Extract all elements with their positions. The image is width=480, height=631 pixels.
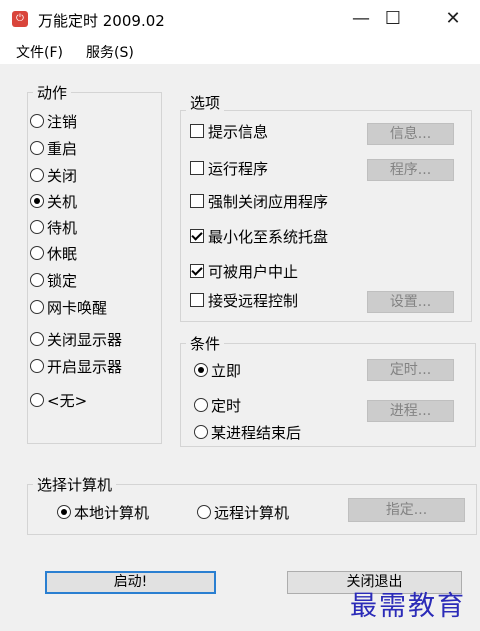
specify-computer-button[interactable]: 指定... — [348, 498, 465, 522]
radio-circle-icon — [194, 425, 208, 439]
checkbox-icon — [190, 124, 204, 138]
action-label: 关闭显示器 — [47, 330, 123, 349]
action-label: 待机 — [47, 218, 78, 237]
computer-radio-remote[interactable]: 远程计算机 — [197, 501, 289, 523]
action-label: 关闭 — [47, 166, 78, 185]
action-radio-monitor-off[interactable]: 关闭显示器 — [30, 328, 122, 350]
radio-circle-icon — [30, 168, 44, 182]
action-label: <无> — [47, 391, 88, 410]
action-label: 重启 — [47, 139, 78, 158]
checkbox-icon — [190, 194, 204, 208]
option-check-show-message[interactable]: 提示信息 — [190, 120, 268, 142]
action-radio-lock[interactable]: 锁定 — [30, 269, 77, 291]
action-label: 锁定 — [47, 271, 78, 290]
close-icon[interactable]: ✕ — [430, 0, 476, 38]
action-radio-standby[interactable]: 待机 — [30, 216, 77, 238]
radio-circle-icon — [30, 273, 44, 287]
menu-service[interactable]: 服务(S) — [86, 42, 134, 62]
action-group-legend: 动作 — [33, 82, 72, 103]
option-check-user-abort[interactable]: 可被用户中止 — [190, 260, 298, 282]
radio-circle-icon — [197, 505, 211, 519]
maximize-icon[interactable]: ☐ — [370, 0, 416, 38]
action-label: 注销 — [47, 112, 78, 131]
timer-app-icon: ⏻ — [12, 11, 28, 27]
watermark-logo: 最需教育 — [350, 591, 466, 622]
checkbox-icon — [190, 293, 204, 307]
radio-circle-icon — [30, 141, 44, 155]
radio-circle-icon — [30, 393, 44, 407]
radio-selected-icon — [194, 363, 208, 377]
radio-circle-icon — [30, 246, 44, 260]
radio-circle-icon — [30, 114, 44, 128]
action-radio-none[interactable]: <无> — [30, 389, 87, 411]
checkbox-checked-icon — [190, 229, 204, 243]
options-group-legend: 选项 — [186, 92, 225, 113]
start-button[interactable]: 启动! — [45, 571, 216, 594]
option-check-minimize-tray[interactable]: 最小化至系统托盘 — [190, 225, 328, 247]
radio-circle-icon — [30, 332, 44, 346]
action-label: 开启显示器 — [47, 357, 123, 376]
option-label: 最小化至系统托盘 — [208, 227, 329, 246]
computer-local-label: 本地计算机 — [74, 503, 150, 522]
radio-selected-icon — [57, 505, 71, 519]
condition-radio-process-end[interactable]: 某进程结束后 — [194, 421, 301, 443]
action-radio-hibernate[interactable]: 休眠 — [30, 242, 77, 264]
condition-label: 某进程结束后 — [211, 423, 302, 442]
option-check-remote-control[interactable]: 接受远程控制 — [190, 289, 298, 311]
radio-circle-icon — [30, 300, 44, 314]
condition-label: 定时 — [211, 396, 242, 415]
title-bar: ⏻ 万能定时 2009.02 — ☐ ✕ — [0, 0, 480, 38]
option-label: 提示信息 — [208, 122, 269, 141]
action-label: 休眠 — [47, 244, 78, 263]
timing-button[interactable]: 定时... — [367, 359, 454, 381]
radio-circle-icon — [30, 359, 44, 373]
checkbox-icon — [190, 161, 204, 175]
menu-file[interactable]: 文件(F) — [16, 42, 63, 62]
option-label: 可被用户中止 — [208, 262, 299, 281]
checkbox-checked-icon — [190, 264, 204, 278]
option-check-run-program[interactable]: 运行程序 — [190, 157, 268, 179]
window-title: 万能定时 2009.02 — [38, 12, 165, 30]
option-check-force-close[interactable]: 强制关闭应用程序 — [190, 190, 328, 212]
condition-radio-timed[interactable]: 定时 — [194, 394, 241, 416]
option-label: 接受远程控制 — [208, 291, 299, 310]
action-radio-logoff[interactable]: 注销 — [30, 110, 77, 132]
conditions-group-legend: 条件 — [186, 333, 225, 354]
radio-circle-icon — [194, 398, 208, 412]
program-button[interactable]: 程序... — [367, 159, 454, 181]
action-label: 网卡唤醒 — [47, 298, 108, 317]
action-radio-wake-on-lan[interactable]: 网卡唤醒 — [30, 296, 107, 318]
computer-radio-local[interactable]: 本地计算机 — [57, 501, 149, 523]
action-radio-shutdown[interactable]: 关机 — [30, 190, 77, 212]
action-radio-close[interactable]: 关闭 — [30, 164, 77, 186]
message-button[interactable]: 信息... — [367, 123, 454, 145]
computer-remote-label: 远程计算机 — [214, 503, 290, 522]
computer-group-legend: 选择计算机 — [33, 474, 117, 495]
remote-settings-button[interactable]: 设置... — [367, 291, 454, 313]
action-radio-monitor-on[interactable]: 开启显示器 — [30, 355, 122, 377]
menu-bar: 文件(F) 服务(S) — [0, 38, 480, 64]
condition-label: 立即 — [211, 361, 242, 380]
radio-selected-icon — [30, 194, 44, 208]
radio-circle-icon — [30, 220, 44, 234]
action-radio-restart[interactable]: 重启 — [30, 137, 77, 159]
action-label: 关机 — [47, 192, 78, 211]
option-label: 强制关闭应用程序 — [208, 192, 329, 211]
process-button[interactable]: 进程... — [367, 400, 454, 422]
condition-radio-immediate[interactable]: 立即 — [194, 359, 241, 381]
option-label: 运行程序 — [208, 159, 269, 178]
